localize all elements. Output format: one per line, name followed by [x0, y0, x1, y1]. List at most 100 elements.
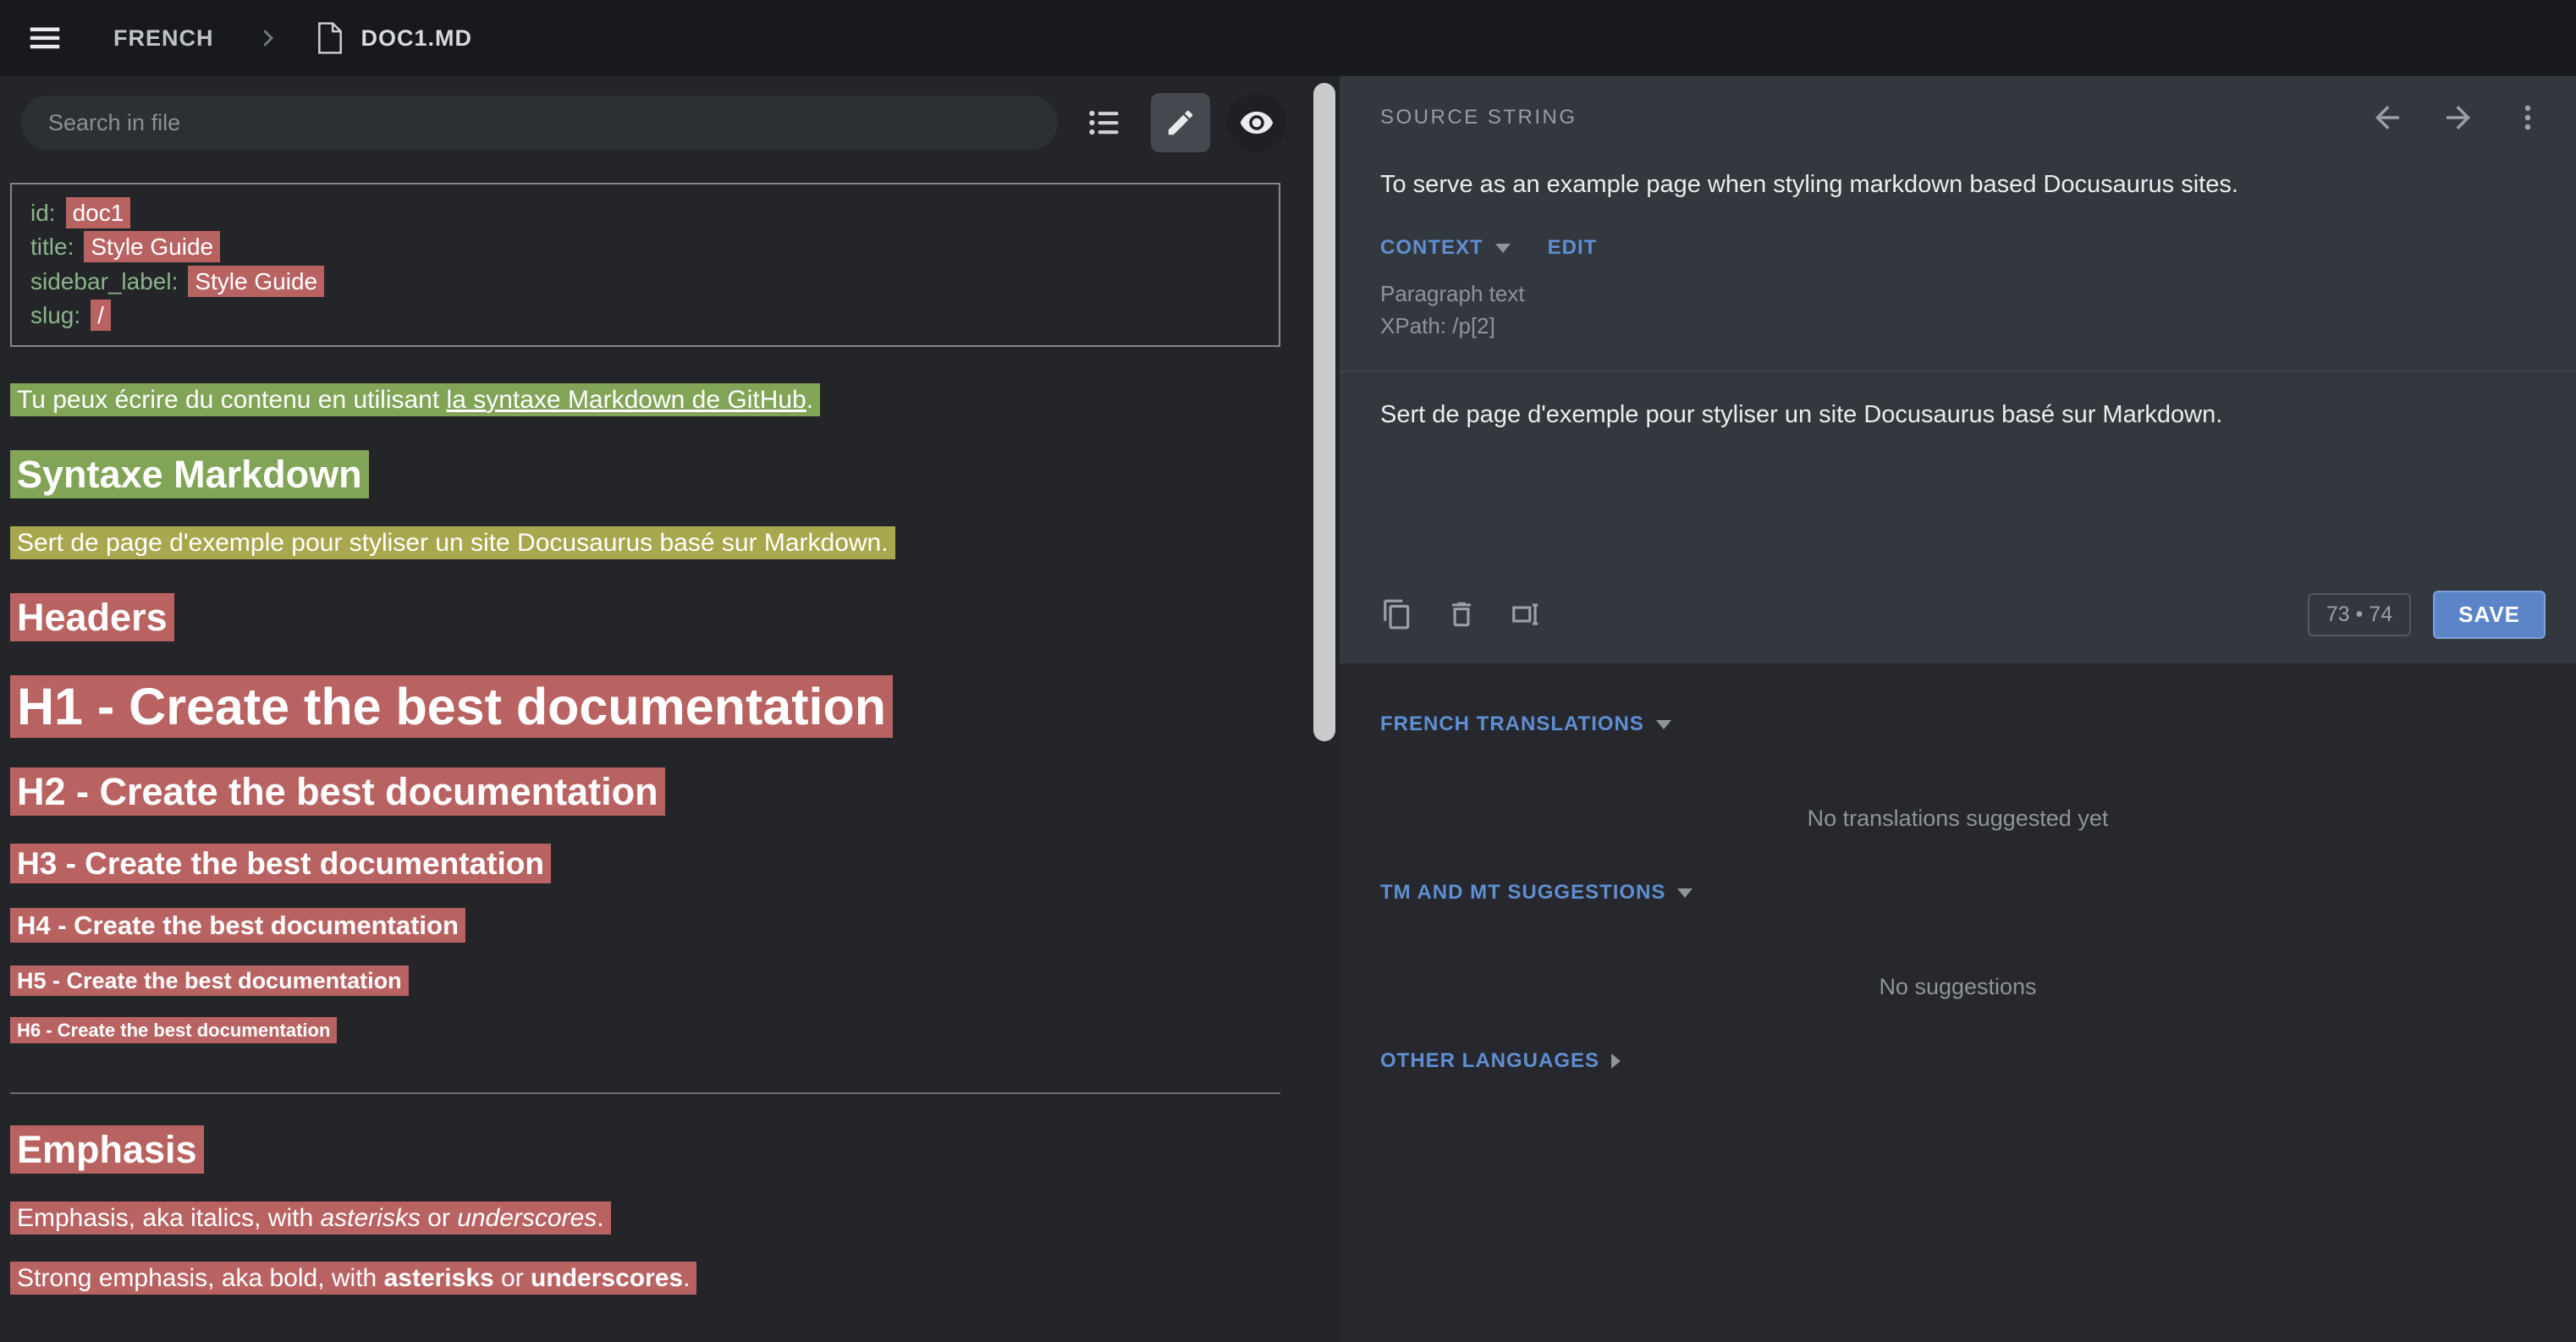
preview-mode-button[interactable] — [1227, 93, 1286, 152]
clear-translation-button[interactable] — [1434, 587, 1489, 641]
context-row: CONTEXT EDIT — [1340, 199, 2576, 260]
doc-heading-h3: H3 - Create the best documentation — [10, 846, 1280, 882]
untranslated-string[interactable]: H2 - Create the best documentation — [10, 767, 665, 816]
french-translations-label: FRENCH TRANSLATIONS — [1380, 712, 1644, 736]
previous-string-button[interactable] — [2370, 100, 2405, 135]
untranslated-string[interactable]: Strong emphasis, aka bold, with asterisk… — [10, 1262, 696, 1295]
more-options-button[interactable] — [2512, 102, 2544, 134]
untranslated-string[interactable]: H4 - Create the best documentation — [10, 908, 465, 943]
search-row — [0, 76, 1340, 161]
emphasis-italic: underscores — [457, 1204, 597, 1232]
trash-icon — [1445, 598, 1478, 630]
translation-input[interactable]: Sert de page d'exemple pour styliser un … — [1340, 372, 2576, 584]
search-input[interactable] — [21, 96, 1058, 150]
frontmatter-line: slug: / — [30, 299, 1260, 333]
eye-icon — [1239, 105, 1274, 140]
source-string-label: SOURCE STRING — [1380, 106, 1577, 129]
emphasis-text: or — [421, 1204, 457, 1232]
save-button[interactable]: SAVE — [2433, 591, 2546, 639]
untranslated-string[interactable]: Headers — [10, 593, 174, 641]
editor-card: SOURCE STRING To serve as an example pag… — [1340, 76, 2576, 663]
doc-paragraph-emphasis: Emphasis, aka italics, with asterisks or… — [10, 1199, 1280, 1237]
untranslated-string[interactable]: H5 - Create the best documentation — [10, 965, 409, 996]
doc-heading-h5: H5 - Create the best documentation — [10, 968, 1280, 994]
untranslated-string[interactable]: H3 - Create the best documentation — [10, 844, 551, 883]
tm-mt-label: TM AND MT SUGGESTIONS — [1380, 881, 1665, 905]
suggestions-area: FRENCH TRANSLATIONS No translations sugg… — [1340, 663, 2576, 1073]
other-languages-section-header[interactable]: OTHER LANGUAGES — [1380, 1049, 2535, 1073]
emphasis-period: . — [597, 1204, 603, 1232]
french-translations-section-header[interactable]: FRENCH TRANSLATIONS — [1380, 712, 2535, 736]
intro-link[interactable]: la syntaxe Markdown de GitHub — [447, 386, 806, 414]
untranslated-string[interactable]: Emphasis — [10, 1125, 204, 1174]
copy-source-button[interactable] — [1370, 587, 1424, 641]
frontmatter-value-string[interactable]: Style Guide — [188, 266, 324, 297]
strong-bold: asterisks — [384, 1264, 494, 1292]
editor-toolbar: 73 • 74 SAVE — [1340, 584, 2576, 663]
context-type: Paragraph text — [1380, 278, 2535, 311]
next-string-button[interactable] — [2441, 100, 2476, 135]
breadcrumb-language[interactable]: FRENCH — [113, 25, 214, 52]
toolbar-actions — [1370, 587, 1553, 641]
edit-context-link[interactable]: EDIT — [1548, 236, 1598, 260]
context-label: CONTEXT — [1380, 236, 1483, 260]
file-icon — [316, 22, 344, 54]
doc-heading-h1: H1 - Create the best documentation — [10, 677, 1280, 736]
doc-heading-h6: H6 - Create the best documentation — [10, 1020, 1280, 1042]
doc-heading-h2: H2 - Create the best documentation — [10, 770, 1280, 814]
frontmatter-line: id: doc1 — [30, 196, 1260, 230]
doc-paragraph-example: Sert de page d'exemple pour styliser un … — [10, 524, 1280, 562]
doc-paragraph-intro: Tu peux écrire du contenu en utilisant l… — [10, 381, 1280, 419]
document-viewer: id:doc1 title:Style Guide sidebar_label:… — [0, 161, 1340, 1297]
frontmatter-value-string[interactable]: doc1 — [66, 197, 131, 228]
breadcrumb-file[interactable]: DOC1.MD — [361, 25, 473, 52]
strong-text: or — [494, 1264, 531, 1292]
character-counter: 73 • 74 — [2308, 593, 2411, 636]
intro-period: . — [806, 386, 813, 414]
source-string-text: To serve as an example page when styling… — [1340, 135, 2576, 199]
translated-string[interactable]: Syntaxe Markdown — [10, 450, 369, 498]
other-languages-label: OTHER LANGUAGES — [1380, 1049, 1599, 1073]
untranslated-string[interactable]: Emphasis, aka italics, with asterisks or… — [10, 1202, 611, 1235]
frontmatter-key: id: — [30, 200, 56, 226]
editor-card-header: SOURCE STRING — [1340, 76, 2576, 135]
right-panel: SOURCE STRING To serve as an example pag… — [1340, 76, 2576, 1342]
frontmatter-block: id:doc1 title:Style Guide sidebar_label:… — [10, 183, 1280, 347]
active-string[interactable]: Sert de page d'exemple pour styliser un … — [10, 526, 895, 559]
context-toggle[interactable]: CONTEXT — [1380, 236, 1511, 260]
string-navigation — [2370, 100, 2544, 135]
edit-label: EDIT — [1548, 236, 1598, 260]
copy-icon — [1381, 598, 1413, 630]
chevron-down-icon — [1656, 720, 1671, 729]
doc-heading-markdown: Syntaxe Markdown — [10, 453, 1280, 497]
strong-bold: underscores — [531, 1264, 683, 1292]
translations-empty-state: No translations suggested yet — [1380, 806, 2535, 832]
left-panel: id:doc1 title:Style Guide sidebar_label:… — [0, 76, 1340, 1342]
chevron-right-icon — [255, 25, 280, 51]
strong-text: Strong emphasis, aka bold, with — [17, 1264, 384, 1292]
tm-mt-section-header[interactable]: TM AND MT SUGGESTIONS — [1380, 881, 2535, 905]
left-panel-scrollbar-thumb[interactable] — [1313, 83, 1335, 741]
frontmatter-value-string[interactable]: Style Guide — [84, 231, 220, 262]
select-text-button[interactable] — [1499, 587, 1553, 641]
chevron-down-icon — [1677, 888, 1693, 898]
emphasis-italic: asterisks — [320, 1204, 420, 1232]
doc-heading-headers: Headers — [10, 596, 1280, 640]
context-info: Paragraph text XPath: /p[2] — [1340, 260, 2576, 371]
frontmatter-value-string[interactable]: / — [91, 300, 111, 331]
frontmatter-key: slug: — [30, 302, 80, 328]
doc-heading-emphasis: Emphasis — [10, 1128, 1280, 1172]
chevron-right-icon — [1611, 1053, 1621, 1069]
topbar: FRENCH DOC1.MD — [0, 0, 2576, 76]
hamburger-menu-icon[interactable] — [25, 19, 64, 58]
translated-string[interactable]: Tu peux écrire du contenu en utilisant l… — [10, 383, 820, 416]
edit-mode-button[interactable] — [1151, 93, 1210, 152]
left-panel-scrollbar-track[interactable] — [1309, 76, 1340, 1342]
emphasis-text: Emphasis, aka italics, with — [17, 1204, 320, 1232]
list-view-button[interactable] — [1075, 93, 1134, 152]
pencil-icon — [1164, 107, 1197, 139]
untranslated-string[interactable]: H1 - Create the best documentation — [10, 675, 893, 738]
chevron-down-icon — [1495, 244, 1511, 253]
main-area: id:doc1 title:Style Guide sidebar_label:… — [0, 76, 2576, 1342]
untranslated-string[interactable]: H6 - Create the best documentation — [10, 1017, 337, 1043]
